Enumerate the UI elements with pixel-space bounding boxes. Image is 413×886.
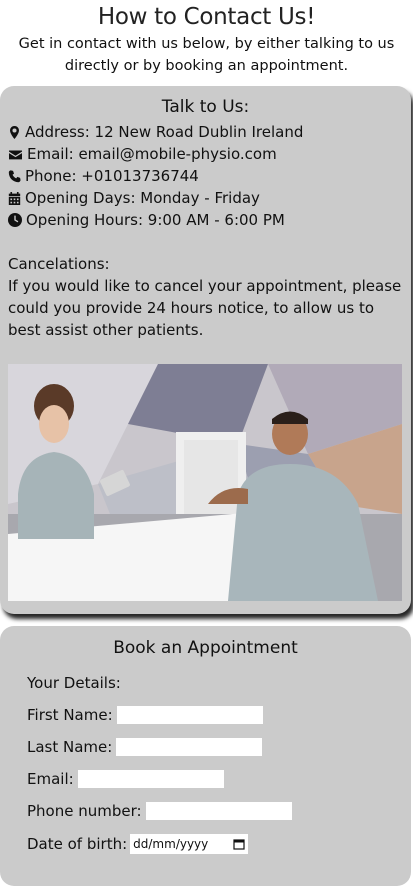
your-details-label: Your Details:: [27, 674, 121, 692]
page-title: How to Contact Us!: [97, 4, 316, 30]
phone-number-row: Phone number:: [27, 802, 292, 820]
opening-hours-row: Opening Hours: 9:00 AM - 6:00 PM: [8, 209, 285, 231]
email-text: Email: email@mobile-physio.com: [27, 145, 277, 163]
email-label: Email:: [27, 770, 74, 788]
book-appointment-card: Book an Appointment Your Details: First …: [0, 626, 411, 886]
email-row: Email: email@mobile-physio.com: [8, 143, 277, 165]
first-name-input[interactable]: [116, 706, 263, 724]
clinic-staff-photo: [8, 364, 402, 601]
cancellations-heading: Cancelations:: [8, 255, 110, 273]
phone-text: Phone: +01013736744: [25, 167, 199, 185]
calendar-picker-icon[interactable]: [233, 838, 245, 850]
talk-to-us-card: Talk to Us: Address: 12 New Road Dublin …: [0, 86, 411, 614]
talk-title: Talk to Us:: [161, 97, 250, 117]
address-row: Address: 12 New Road Dublin Ireland: [8, 121, 303, 143]
first-name-row: First Name:: [27, 706, 263, 724]
cancellations-text: If you would like to cancel your appoint…: [8, 277, 402, 339]
phone-icon: [8, 169, 21, 182]
last-name-label: Last Name:: [27, 738, 113, 756]
last-name-row: Last Name:: [27, 738, 263, 756]
date-of-birth-label: Date of birth:: [27, 835, 128, 853]
opening-days-row: Opening Days: Monday - Friday: [8, 187, 260, 209]
date-of-birth-row: Date of birth: dd/mm/yyyy: [27, 834, 249, 854]
calendar-icon: [8, 191, 21, 205]
intro-text: Get in contact with us below, by either …: [18, 36, 395, 74]
phone-row: Phone: +01013736744: [8, 165, 199, 187]
last-name-input[interactable]: [116, 738, 263, 756]
email-input[interactable]: [77, 770, 224, 788]
phone-number-label: Phone number:: [27, 802, 142, 820]
first-name-label: First Name:: [27, 706, 113, 724]
opening-days-text: Opening Days: Monday - Friday: [25, 189, 260, 207]
date-placeholder: dd/mm/yyyy: [133, 837, 209, 851]
clock-icon: [8, 213, 22, 227]
opening-hours-text: Opening Hours: 9:00 AM - 6:00 PM: [26, 211, 285, 229]
envelope-icon: [9, 149, 22, 159]
phone-number-input[interactable]: [145, 802, 292, 820]
date-of-birth-input[interactable]: dd/mm/yyyy: [130, 834, 249, 854]
address-text: Address: 12 New Road Dublin Ireland: [25, 123, 304, 141]
email-field-row: Email:: [27, 770, 224, 788]
booking-title: Book an Appointment: [113, 638, 298, 658]
map-marker-icon: [10, 125, 19, 139]
